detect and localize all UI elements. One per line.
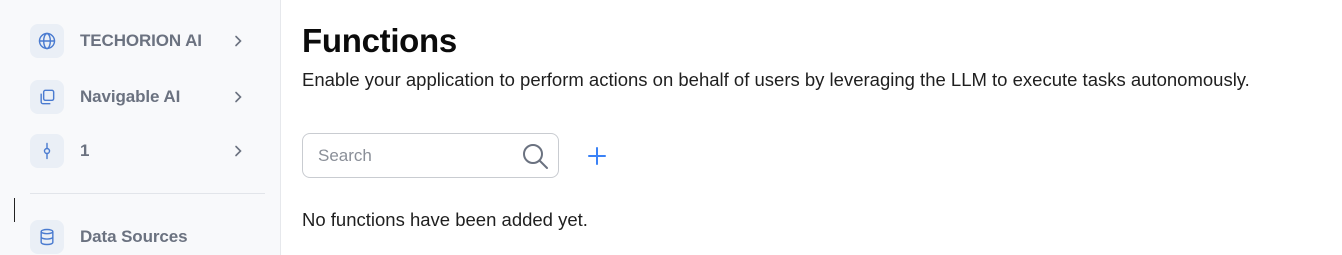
chevron-right-icon bbox=[230, 33, 246, 49]
search-input[interactable] bbox=[318, 145, 508, 166]
sidebar: TECHORION AI Navigable AI 1 Data Sources bbox=[0, 0, 281, 255]
search-box bbox=[302, 133, 559, 178]
sidebar-item-data-sources[interactable]: Data Sources bbox=[30, 220, 250, 254]
sidebar-item-label: TECHORION AI bbox=[80, 31, 202, 50]
database-icon bbox=[30, 220, 64, 254]
sidebar-item-label: 1 bbox=[80, 141, 90, 160]
page-description: Enable your application to perform actio… bbox=[302, 69, 1250, 90]
commit-icon bbox=[30, 134, 64, 168]
text-cursor bbox=[14, 198, 15, 222]
add-function-button[interactable] bbox=[584, 143, 610, 169]
sidebar-item-techorion-ai[interactable]: TECHORION AI bbox=[30, 24, 250, 58]
sidebar-divider bbox=[30, 193, 265, 194]
sidebar-item-label: Navigable AI bbox=[80, 87, 181, 106]
sidebar-item-label: Data Sources bbox=[80, 227, 188, 246]
main-content: Functions Enable your application to per… bbox=[302, 0, 1342, 255]
chevron-right-icon bbox=[230, 143, 246, 159]
copy-icon bbox=[30, 80, 64, 114]
search-icon[interactable] bbox=[521, 142, 549, 170]
page-title: Functions bbox=[302, 22, 457, 59]
globe-icon bbox=[30, 24, 64, 58]
sidebar-item-navigable-ai[interactable]: Navigable AI bbox=[30, 80, 250, 114]
empty-state-message: No functions have been added yet. bbox=[302, 209, 588, 230]
sidebar-item-1[interactable]: 1 bbox=[30, 134, 250, 168]
chevron-right-icon bbox=[230, 89, 246, 105]
plus-icon bbox=[588, 147, 606, 165]
